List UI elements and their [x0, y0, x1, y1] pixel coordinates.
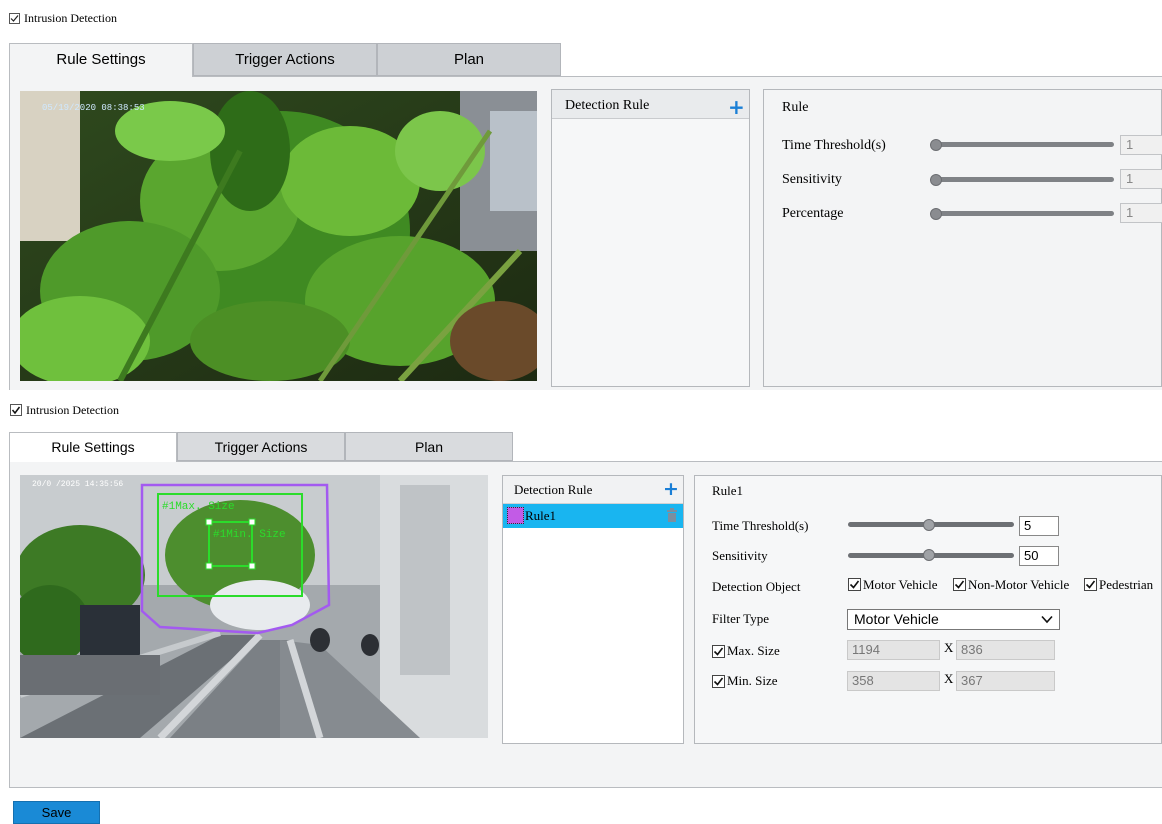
- bottom-video-timestamp: 20/0 /2025 14:35:56: [32, 480, 124, 489]
- time-threshold-input[interactable]: 5: [1019, 516, 1059, 536]
- max-size-checkbox[interactable]: [712, 645, 725, 658]
- bottom-rule-title: Rule1: [712, 483, 744, 498]
- filter-type-label: Filter Type: [712, 611, 769, 626]
- top-rule-list-title: Detection Rule: [565, 98, 650, 113]
- check-icon: [11, 406, 21, 415]
- rule-list-item[interactable]: Rule1: [503, 504, 683, 528]
- top-tab-trigger-actions[interactable]: Trigger Actions: [193, 43, 377, 76]
- pedestrian-checkbox[interactable]: [1084, 578, 1097, 591]
- check-icon: [10, 15, 19, 22]
- top-sensitivity-handle[interactable]: [930, 174, 942, 186]
- time-threshold-label: Time Threshold(s): [712, 518, 809, 533]
- bottom-tab-plan[interactable]: Plan: [345, 432, 513, 461]
- check-icon: [713, 677, 724, 686]
- detection-overlay: [140, 483, 331, 635]
- bottom-enable-checkbox[interactable]: [10, 404, 22, 416]
- min-size-width-input[interactable]: 358: [847, 671, 940, 691]
- top-percentage-slider[interactable]: [932, 211, 1114, 216]
- chevron-down-icon: [1041, 615, 1053, 624]
- top-percentage-value[interactable]: 1: [1120, 203, 1162, 223]
- max-size-separator: X: [944, 640, 954, 655]
- bottom-rule-list: Detection Rule + Rule1: [502, 475, 684, 744]
- top-percentage-label: Percentage: [782, 206, 844, 221]
- detection-object-label: Detection Object: [712, 579, 801, 594]
- top-sensitivity-value[interactable]: 1: [1120, 169, 1162, 189]
- min-size-overlay-label: #1Min. Size: [213, 529, 286, 541]
- filter-type-select[interactable]: Motor Vehicle: [847, 609, 1060, 630]
- trash-icon[interactable]: [666, 508, 678, 522]
- top-add-rule-icon[interactable]: +: [728, 95, 745, 119]
- top-sensitivity-slider[interactable]: [932, 177, 1114, 182]
- motor-vehicle-label: Motor Vehicle: [863, 577, 938, 592]
- time-threshold-handle[interactable]: [923, 519, 935, 531]
- bottom-tab-rule-settings[interactable]: Rule Settings: [9, 432, 177, 462]
- filter-type-value: Motor Vehicle: [854, 611, 939, 627]
- top-tab-rule-settings[interactable]: Rule Settings: [9, 43, 193, 77]
- save-button[interactable]: Save: [13, 801, 100, 824]
- top-time-threshold-handle[interactable]: [930, 139, 942, 151]
- top-rule-title: Rule: [782, 100, 809, 115]
- check-icon: [954, 580, 965, 589]
- min-size-checkbox[interactable]: [712, 675, 725, 688]
- non-motor-vehicle-checkbox[interactable]: [953, 578, 966, 591]
- top-video-preview[interactable]: 05/19/2020 08:38:53: [20, 91, 537, 381]
- non-motor-vehicle-label: Non-Motor Vehicle: [968, 577, 1070, 592]
- top-enable-label: Intrusion Detection: [24, 11, 117, 25]
- rule-color-swatch: [507, 507, 524, 524]
- min-size-label: Min. Size: [727, 673, 778, 688]
- max-size-label: Max. Size: [727, 643, 780, 658]
- top-time-threshold-value[interactable]: 1: [1120, 135, 1162, 155]
- check-icon: [1085, 580, 1096, 589]
- check-icon: [713, 647, 724, 656]
- bottom-rule-list-title: Detection Rule: [514, 482, 593, 497]
- bottom-video-preview[interactable]: 20/0 /2025 14:35:56 #1Max. Size #1Min. S…: [20, 475, 488, 738]
- rule-name: Rule1: [525, 508, 557, 523]
- check-icon: [849, 580, 860, 589]
- max-size-overlay-label: #1Max. Size: [162, 501, 235, 513]
- top-time-threshold-label: Time Threshold(s): [782, 138, 886, 153]
- top-rule-detail: Rule Time Threshold(s) 1 Sensitivity 1 P…: [763, 89, 1162, 387]
- max-size-width-input[interactable]: 1194: [847, 640, 940, 660]
- bottom-enable-label: Intrusion Detection: [26, 403, 119, 417]
- plant-image: [20, 91, 537, 381]
- top-time-threshold-slider[interactable]: [932, 142, 1114, 147]
- sensitivity-label: Sensitivity: [712, 548, 768, 563]
- top-enable-checkbox[interactable]: [9, 13, 20, 24]
- bottom-tab-trigger-actions[interactable]: Trigger Actions: [177, 432, 345, 461]
- save-button-label: Save: [41, 805, 72, 820]
- max-size-height-input[interactable]: 836: [956, 640, 1055, 660]
- top-sensitivity-label: Sensitivity: [782, 172, 842, 187]
- bottom-rule-detail: Rule1 Time Threshold(s) 5 Sensitivity 50…: [694, 475, 1162, 744]
- min-size-height-input[interactable]: 367: [956, 671, 1055, 691]
- sensitivity-input[interactable]: 50: [1019, 546, 1059, 566]
- top-video-timestamp: 05/19/2020 08:38:53: [42, 103, 145, 113]
- bottom-add-rule-icon[interactable]: +: [663, 478, 679, 500]
- top-tab-plan[interactable]: Plan: [377, 43, 561, 76]
- sensitivity-handle[interactable]: [923, 549, 935, 561]
- pedestrian-label: Pedestrian: [1099, 577, 1154, 592]
- motor-vehicle-checkbox[interactable]: [848, 578, 861, 591]
- top-rule-list: Detection Rule +: [551, 89, 750, 387]
- top-percentage-handle[interactable]: [930, 208, 942, 220]
- min-size-separator: X: [944, 671, 954, 686]
